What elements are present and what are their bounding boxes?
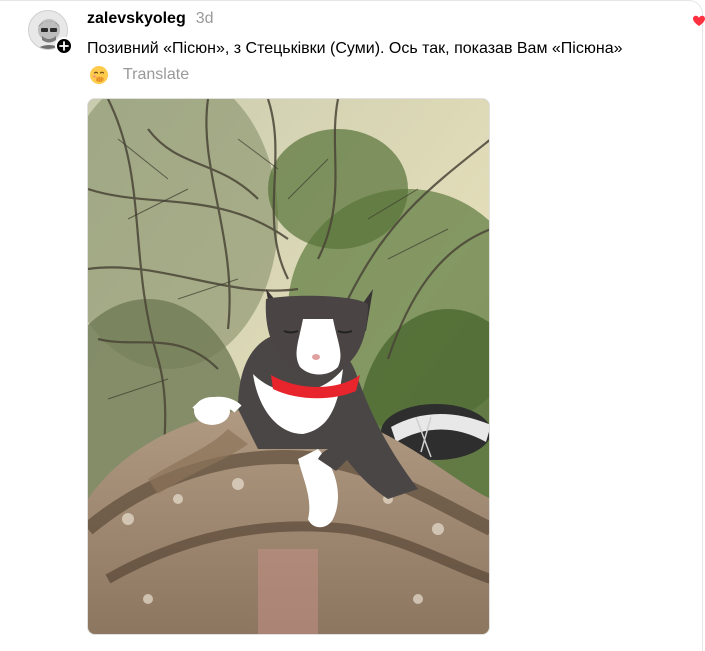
face-with-hand-over-mouth-emoji-icon xyxy=(90,66,108,84)
username-link[interactable]: zalevskyoleg xyxy=(87,10,186,28)
avatar-container[interactable] xyxy=(28,10,74,56)
plus-icon xyxy=(59,41,69,51)
post-photo[interactable] xyxy=(87,98,490,635)
post-timestamp[interactable]: 3d xyxy=(196,10,214,28)
follow-button[interactable] xyxy=(55,37,73,55)
translate-link[interactable]: Translate xyxy=(123,66,189,84)
cat-photo-image xyxy=(88,99,489,634)
post-caption: Позивний «Пісюн», з Стецьківки (Суми). О… xyxy=(87,40,623,57)
translate-row: Translate xyxy=(89,64,189,86)
post-header: zalevskyoleg 3d xyxy=(87,10,214,30)
heart-icon[interactable] xyxy=(692,14,705,28)
thread-post: zalevskyoleg 3d Позивний «Пісюн», з Стец… xyxy=(0,0,705,651)
